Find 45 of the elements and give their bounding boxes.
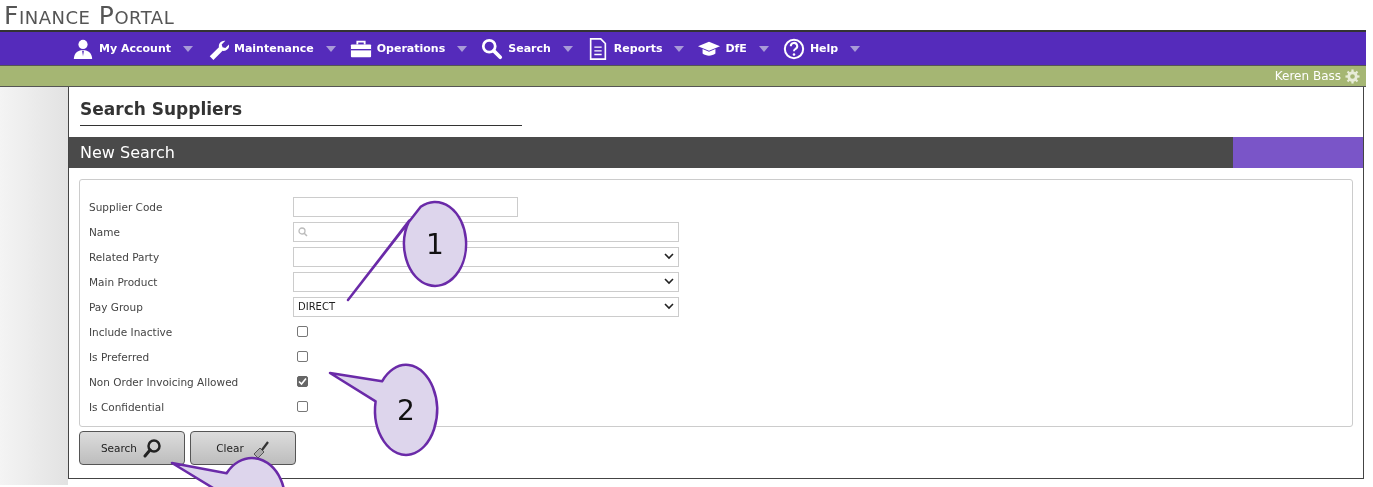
field-label: Is Preferred	[89, 350, 151, 363]
dropdown[interactable]	[293, 271, 679, 292]
clear-button[interactable]: Clear	[190, 431, 296, 465]
caret-icon	[183, 45, 193, 52]
caret-icon	[674, 45, 685, 52]
checkbox[interactable]	[297, 351, 308, 362]
dropdown[interactable]: DIRECT	[293, 296, 679, 317]
nav-menu-item[interactable]: Operations	[349, 37, 468, 60]
caret-icon	[562, 45, 573, 52]
nav-menu-item[interactable]: Search	[481, 37, 573, 60]
nav-menu-item[interactable]: Reports	[586, 37, 685, 60]
field-label: Non Order Invoicing Allowed	[89, 375, 240, 388]
chevron-down-icon	[664, 303, 674, 310]
field-label: Pay Group	[89, 300, 144, 313]
nav-menu-item[interactable]: DfE	[698, 37, 769, 60]
search-icon	[298, 226, 308, 237]
nav-menu-item[interactable]: Maintenance	[207, 37, 336, 60]
caret-icon	[325, 45, 336, 52]
field-label: Include Inactive	[89, 325, 174, 338]
help-icon	[782, 37, 805, 60]
search-button[interactable]: Search	[79, 431, 185, 465]
section-title: New Search	[80, 143, 175, 162]
checkbox[interactable]	[297, 326, 308, 337]
nav-menu-item[interactable]: Help	[782, 37, 861, 60]
person-icon	[72, 37, 94, 60]
callout-number: 1	[426, 228, 444, 261]
caret-icon	[850, 45, 861, 52]
checkbox[interactable]	[297, 376, 308, 387]
chevron-down-icon	[664, 278, 674, 285]
field-label: Is Confidential	[89, 400, 166, 413]
page-title: Search Suppliers	[80, 99, 522, 126]
field-label: Name	[89, 225, 121, 238]
app-title: Finance Portal	[4, 2, 175, 30]
user-name: Keren Bass	[1274, 69, 1341, 83]
checkbox[interactable]	[297, 401, 308, 412]
caret-icon	[457, 45, 468, 52]
field-label: Main Product	[89, 275, 159, 288]
caret-icon	[758, 45, 769, 52]
field-label: Supplier Code	[89, 200, 164, 213]
field-label: Related Party	[89, 250, 161, 263]
callout-number: 2	[397, 394, 415, 427]
magnifier-icon	[143, 438, 164, 458]
nav-menu-item[interactable]: My Account	[72, 37, 193, 60]
search-icon	[481, 37, 504, 60]
chevron-down-icon	[664, 253, 674, 260]
